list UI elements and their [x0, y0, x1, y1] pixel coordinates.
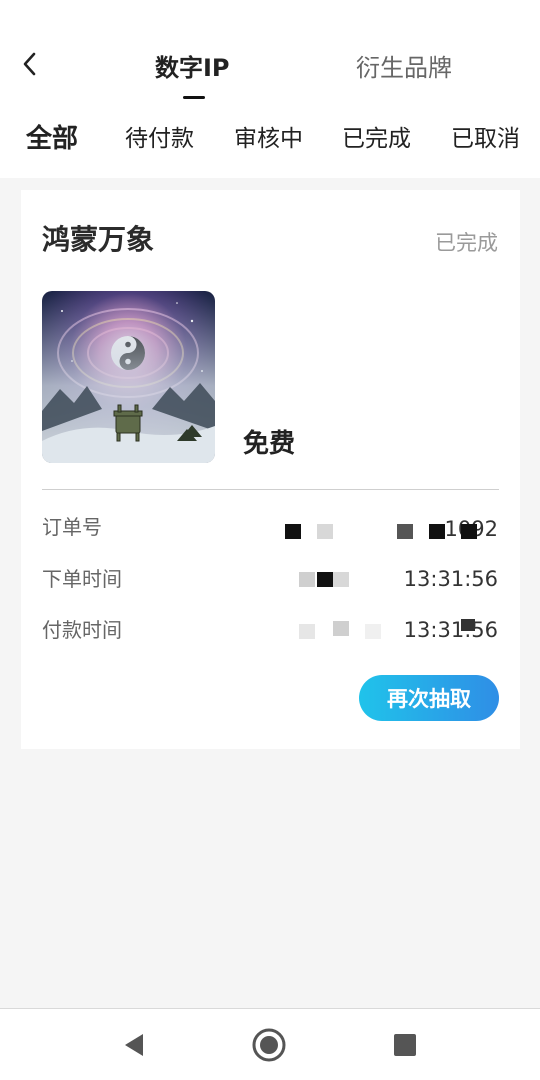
chevron-left-icon: [23, 52, 36, 76]
redaction-block: [397, 524, 413, 539]
app-header: 数字IP 衍生品牌 全部 待付款 审核中 已完成 已取消: [0, 0, 540, 178]
price-label: 免费: [243, 429, 296, 459]
order-time-value: 13:31:56: [403, 567, 498, 591]
filter-tab-under-review[interactable]: 审核中: [234, 120, 303, 158]
order-status: 已完成: [435, 231, 498, 255]
system-navigation-bar: [0, 1008, 540, 1080]
redaction-block: [365, 624, 381, 639]
cosmic-yin-yang-image: [42, 291, 215, 463]
redaction-block: [461, 619, 475, 631]
filter-tab-all[interactable]: 全部: [26, 120, 78, 158]
back-button[interactable]: [14, 48, 46, 80]
triangle-back-icon: [125, 1034, 143, 1056]
tab-digital-ip[interactable]: 数字IP: [155, 50, 230, 86]
redaction-block: [317, 572, 333, 587]
redaction-block: [429, 524, 445, 539]
order-card[interactable]: 鸿蒙万象 已完成 免费 订单号 下单时间 13:31:56 付款时间 13:31…: [21, 190, 520, 749]
redaction-block: [461, 524, 477, 539]
draw-again-button[interactable]: 再次抽取: [359, 675, 499, 721]
redaction-block: [299, 624, 315, 639]
filter-tab-cancelled[interactable]: 已取消: [451, 120, 520, 158]
product-thumbnail[interactable]: [42, 291, 215, 463]
square-recents-icon: [394, 1034, 416, 1056]
active-tab-indicator: [183, 96, 205, 99]
redaction-block: [317, 524, 333, 539]
order-number-label: 订单号: [42, 515, 102, 539]
circle-home-icon: [252, 1028, 286, 1062]
filter-tab-completed[interactable]: 已完成: [342, 120, 411, 158]
tab-derivative-brand[interactable]: 衍生品牌: [356, 50, 452, 86]
redaction-block: [285, 524, 301, 539]
payment-time-value: 13:31:56: [403, 618, 498, 642]
order-time-label: 下单时间: [42, 567, 122, 591]
payment-time-label: 付款时间: [42, 618, 122, 642]
nav-home-button[interactable]: [251, 1027, 287, 1063]
nav-back-button[interactable]: [116, 1027, 152, 1063]
card-divider: [42, 489, 499, 490]
redaction-block: [333, 621, 349, 636]
nav-recents-button[interactable]: [387, 1027, 423, 1063]
filter-tab-pending-payment[interactable]: 待付款: [125, 120, 194, 158]
redaction-block: [333, 572, 349, 587]
order-title: 鸿蒙万象: [42, 223, 155, 256]
redaction-block: [299, 572, 315, 587]
